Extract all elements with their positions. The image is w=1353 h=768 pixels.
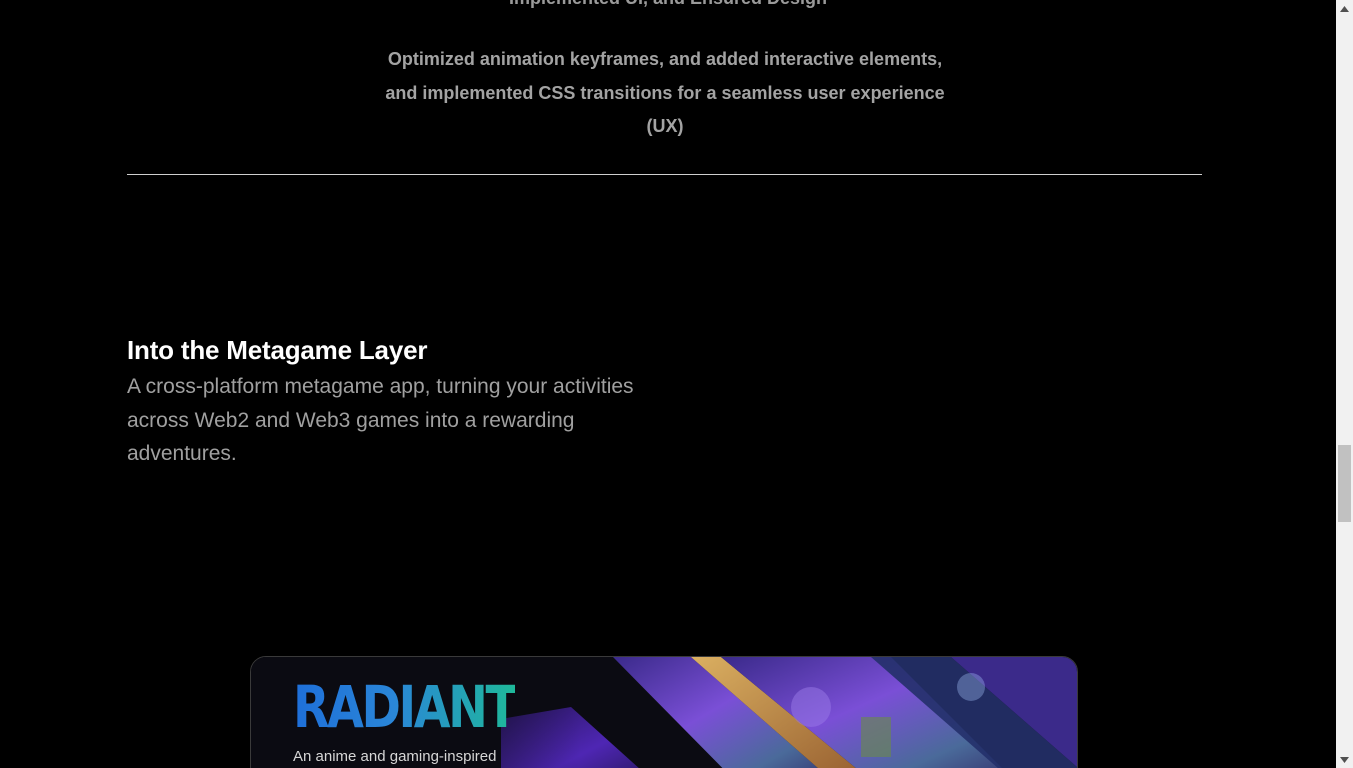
project-description: A cross-platform metagame app, turning y… bbox=[127, 375, 634, 465]
radiant-logo: RADIANT bbox=[293, 673, 518, 741]
scrollbar-thumb[interactable] bbox=[1338, 445, 1351, 522]
project-title: Into the Metagame Layer bbox=[127, 335, 428, 365]
vertical-scrollbar[interactable] bbox=[1336, 0, 1353, 768]
section-divider bbox=[127, 174, 1202, 175]
scroll-up-arrow-icon[interactable] bbox=[1336, 0, 1353, 17]
project-tagline: An anime and gaming-inspired bbox=[293, 748, 497, 765]
scroll-down-arrow-icon[interactable] bbox=[1336, 751, 1353, 768]
page: Implemented UI, and Ensured Design Optim… bbox=[0, 0, 1336, 768]
previous-section-description: Optimized animation keyframes, and added… bbox=[385, 49, 945, 136]
previous-section-cutoff-text: Implemented UI, and Ensured Design bbox=[0, 0, 1336, 8]
project-preview-card[interactable]: RADIANT An anime and gaming-inspired bbox=[250, 656, 1078, 768]
